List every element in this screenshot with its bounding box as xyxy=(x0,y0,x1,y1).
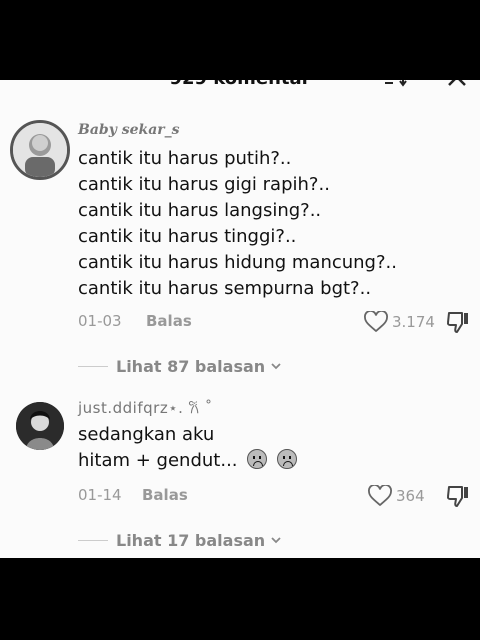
comment-line: cantik itu harus tinggi?.. xyxy=(78,226,297,247)
screen-frame: 929 komentar Baby sekar_s xyxy=(0,0,480,640)
avatar[interactable] xyxy=(10,120,70,180)
view-replies-label: Lihat 17 balasan xyxy=(116,530,266,550)
comment-line: cantik itu harus sempurna bgt?.. xyxy=(78,278,372,299)
heart-icon[interactable] xyxy=(368,485,392,507)
comment-line-with-emoji: hitam + gendut... xyxy=(78,448,297,474)
comment-date: 01-14 xyxy=(78,486,122,504)
view-replies-button[interactable]: Lihat 17 balasan xyxy=(78,530,283,550)
view-replies-label: Lihat 87 balasan xyxy=(116,356,266,376)
chevron-down-icon xyxy=(271,537,281,544)
avatar[interactable] xyxy=(16,402,64,450)
comment-line: cantik itu harus gigi rapih?.. xyxy=(78,174,330,195)
reply-button[interactable]: Balas xyxy=(146,312,192,330)
reply-button[interactable]: Balas xyxy=(142,486,188,504)
comments-panel: 929 komentar Baby sekar_s xyxy=(0,80,480,558)
comment-text: sedangkan aku hitam + gendut... xyxy=(78,422,297,474)
close-icon[interactable] xyxy=(446,80,468,88)
comment-line: cantik itu harus langsing?.. xyxy=(78,200,322,221)
comments-count-title: 929 komentar xyxy=(0,80,480,89)
comment-line: sedangkan aku xyxy=(78,424,215,445)
comment-line: cantik itu harus putih?.. xyxy=(78,148,292,169)
divider-line xyxy=(78,365,108,367)
frowning-face-icon xyxy=(277,449,297,469)
comment-username[interactable]: Baby sekar_s xyxy=(78,122,180,138)
like-count: 364 xyxy=(396,487,425,505)
comment-username[interactable]: just.ddifqrz⋆. 𐙚 ˚ xyxy=(78,398,213,418)
heart-icon[interactable] xyxy=(364,311,388,333)
comments-header: 929 komentar xyxy=(0,80,480,92)
like-count: 3.174 xyxy=(392,313,435,331)
divider-line xyxy=(78,539,108,541)
comment-line: hitam + gendut... xyxy=(78,450,238,471)
frowning-face-icon xyxy=(247,449,268,469)
thumbs-down-icon[interactable] xyxy=(446,310,470,334)
comment-date: 01-03 xyxy=(78,312,122,330)
chevron-down-icon xyxy=(271,363,281,370)
thumbs-down-icon[interactable] xyxy=(446,484,470,508)
comment-line: cantik itu harus hidung mancung?.. xyxy=(78,252,397,273)
sort-icon[interactable] xyxy=(384,80,408,88)
comment-text: cantik itu harus putih?.. cantik itu har… xyxy=(78,146,397,302)
view-replies-button[interactable]: Lihat 87 balasan xyxy=(78,356,283,376)
